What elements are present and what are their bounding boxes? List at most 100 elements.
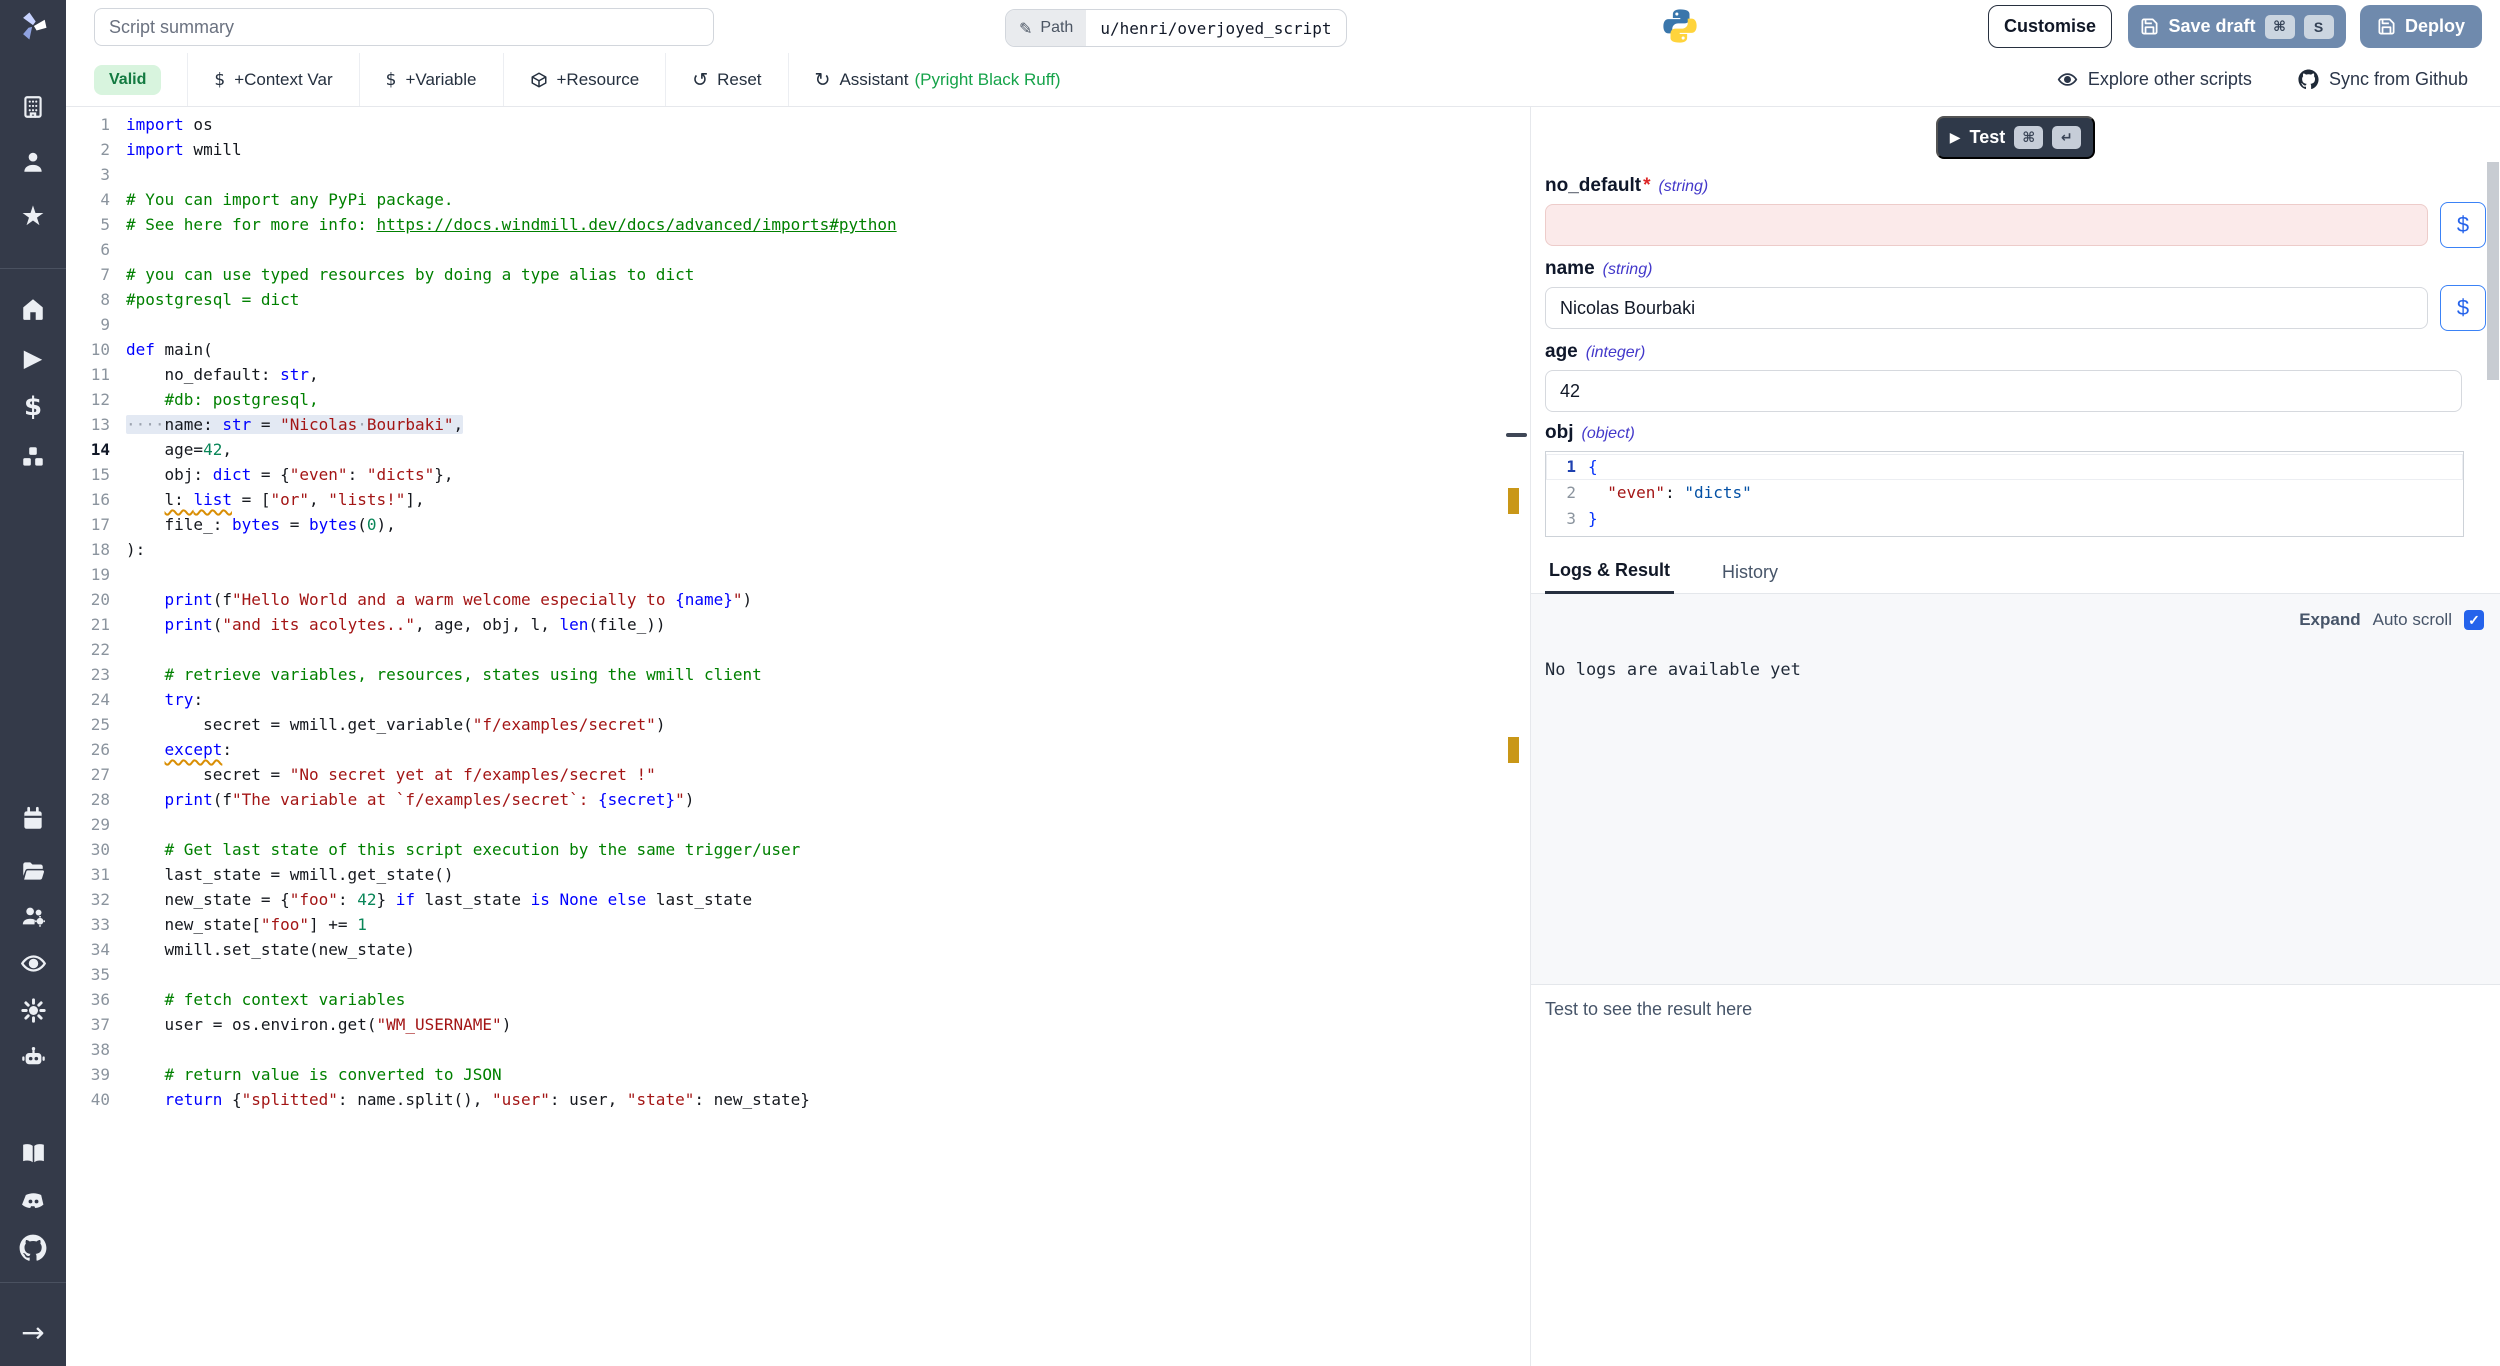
field-label-age: age (integer) [1545, 341, 2486, 363]
line-number: 20 [66, 587, 126, 612]
name-input[interactable] [1545, 287, 2428, 329]
code-line[interactable]: 1{ [1546, 454, 2463, 480]
reset-button[interactable]: ↺ Reset [666, 53, 788, 106]
line-number: 39 [66, 1062, 126, 1087]
code-line[interactable]: 31 last_state = wmill.get_state() [66, 862, 1505, 887]
code-line[interactable]: 26 except: [66, 737, 1505, 762]
code-line[interactable]: 19 [66, 562, 1505, 587]
code-line[interactable]: 33 new_state["foo"] += 1 [66, 912, 1505, 937]
add-resource-button[interactable]: +Resource [504, 53, 667, 106]
code-line[interactable]: 36 # fetch context variables [66, 987, 1505, 1012]
calendar-icon[interactable] [0, 806, 66, 832]
code-line[interactable]: 4# You can import any PyPi package. [66, 187, 1505, 212]
code-line[interactable]: 2import wmill [66, 137, 1505, 162]
eye-icon[interactable] [0, 950, 66, 977]
code-line[interactable]: 11 no_default: str, [66, 362, 1505, 387]
folder-icon[interactable] [0, 858, 66, 884]
insert-variable-button[interactable]: $ [2440, 285, 2486, 331]
code-line[interactable]: 12 #db: postgresql, [66, 387, 1505, 412]
gear-icon[interactable] [0, 997, 66, 1024]
code-line[interactable]: 22 [66, 637, 1505, 662]
splitter-handle[interactable] [1506, 433, 1527, 437]
code-line[interactable]: 18): [66, 537, 1505, 562]
dollar-icon[interactable]: $ [0, 392, 66, 422]
code-line[interactable]: 32 new_state = {"foo": 42} if last_state… [66, 887, 1505, 912]
editor-toolbar: Valid $ +Context Var $ +Variable +Resour… [66, 53, 2500, 107]
no-default-input[interactable] [1545, 204, 2428, 246]
windmill-logo[interactable] [0, 8, 66, 44]
sidebar: ★ ▶ $ [0, 0, 67, 1366]
code-line[interactable]: 20 print(f"Hello World and a warm welcom… [66, 587, 1505, 612]
code-line[interactable]: 16 l: list = ["or", "lists!"], [66, 487, 1505, 512]
robot-icon[interactable] [0, 1044, 66, 1071]
code-line[interactable]: 24 try: [66, 687, 1505, 712]
code-line[interactable]: 15 obj: dict = {"even": "dicts"}, [66, 462, 1505, 487]
save-draft-button[interactable]: Save draft ⌘ S [2128, 5, 2346, 48]
sidebar-divider [0, 1282, 66, 1283]
panel-splitter[interactable] [1505, 107, 1530, 1366]
line-number: 23 [66, 662, 126, 687]
code-line[interactable]: 9 [66, 312, 1505, 337]
panel-scrollbar[interactable] [2487, 162, 2499, 380]
explore-other-scripts-button[interactable]: Explore other scripts [2057, 69, 2252, 90]
deploy-button[interactable]: Deploy [2360, 5, 2482, 48]
discord-icon[interactable] [0, 1188, 66, 1215]
code-line[interactable]: 30 # Get last state of this script execu… [66, 837, 1505, 862]
obj-json-editor[interactable]: 1{2 "even": "dicts"3} [1545, 451, 2464, 537]
code-line[interactable]: 27 secret = "No secret yet at f/examples… [66, 762, 1505, 787]
building-icon[interactable] [0, 94, 66, 120]
code-line[interactable]: 28 print(f"The variable at `f/examples/s… [66, 787, 1505, 812]
play-icon[interactable]: ▶ [0, 344, 66, 372]
code-line[interactable]: 29 [66, 812, 1505, 837]
code-line[interactable]: 34 wmill.set_state(new_state) [66, 937, 1505, 962]
user-icon[interactable] [0, 149, 66, 175]
test-button[interactable]: ▶ Test ⌘ ↵ [1936, 116, 2095, 159]
cubes-icon[interactable] [0, 444, 66, 470]
github-icon[interactable] [0, 1234, 66, 1262]
script-summary-input[interactable] [94, 8, 714, 46]
line-number: 30 [66, 837, 126, 862]
code-line[interactable]: 3} [1546, 506, 2463, 532]
code-line[interactable]: 37 user = os.environ.get("WM_USERNAME") [66, 1012, 1505, 1037]
code-line[interactable]: 38 [66, 1037, 1505, 1062]
book-icon[interactable] [0, 1140, 66, 1167]
line-number: 29 [66, 812, 126, 837]
path-button[interactable]: ✎ Path u/henri/overjoyed_script [1005, 9, 1347, 47]
code-line[interactable]: 7# you can use typed resources by doing … [66, 262, 1505, 287]
autoscroll-checkbox[interactable]: ✓ [2464, 610, 2484, 630]
code-line[interactable]: 14 age=42, [66, 437, 1505, 462]
add-variable-button[interactable]: $ +Variable [360, 53, 504, 106]
arrow-right-icon[interactable]: → [0, 1316, 66, 1349]
code-line[interactable]: 23 # retrieve variables, resources, stat… [66, 662, 1505, 687]
assistant-detail: (Pyright Black Ruff) [914, 70, 1060, 90]
code-line[interactable]: 35 [66, 962, 1505, 987]
code-line[interactable]: 17 file_: bytes = bytes(0), [66, 512, 1505, 537]
sync-from-github-button[interactable]: Sync from Github [2298, 69, 2468, 90]
users-gear-icon[interactable] [0, 903, 66, 930]
expand-button[interactable]: Expand [2299, 610, 2360, 630]
home-icon[interactable] [0, 296, 66, 322]
code-line[interactable]: 3 [66, 162, 1505, 187]
tab-history[interactable]: History [1718, 553, 1782, 593]
code-line[interactable]: 13····name: str = "Nicolas·Bourbaki", [66, 412, 1505, 437]
tab-logs-result[interactable]: Logs & Result [1545, 551, 1674, 594]
code-line[interactable]: 39 # return value is converted to JSON [66, 1062, 1505, 1087]
code-line[interactable]: 21 print("and its acolytes..", age, obj,… [66, 612, 1505, 637]
code-line[interactable]: 5# See here for more info: https://docs.… [66, 212, 1505, 237]
add-context-var-button[interactable]: $ +Context Var [188, 53, 359, 106]
customise-button[interactable]: Customise [1988, 5, 2112, 48]
code-line[interactable]: 10def main( [66, 337, 1505, 362]
star-icon[interactable]: ★ [0, 201, 66, 232]
save-draft-label: Save draft [2168, 16, 2255, 37]
code-line[interactable]: 8#postgresql = dict [66, 287, 1505, 312]
code-line[interactable]: 25 secret = wmill.get_variable("f/exampl… [66, 712, 1505, 737]
code-editor[interactable]: 1import os2import wmill34# You can impor… [66, 107, 1505, 1366]
code-line[interactable]: 2 "even": "dicts" [1546, 480, 2463, 506]
insert-variable-button[interactable]: $ [2440, 202, 2486, 248]
assistant-button[interactable]: ↻ Assistant (Pyright Black Ruff) [789, 53, 1087, 106]
code-line[interactable]: 1import os [66, 112, 1505, 137]
code-line[interactable]: 40 return {"splitted": name.split(), "us… [66, 1087, 1505, 1112]
age-input[interactable] [1545, 370, 2462, 412]
eye-icon [2057, 69, 2078, 90]
code-line[interactable]: 6 [66, 237, 1505, 262]
